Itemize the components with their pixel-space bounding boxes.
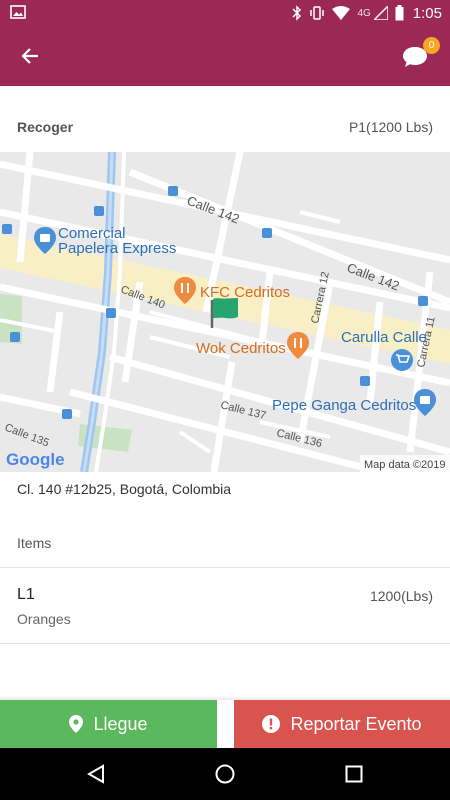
chat-button[interactable]: 0 — [400, 37, 440, 72]
poi-label-pepe-ganga: Pepe Ganga Cedritos — [272, 397, 416, 414]
square-recents-icon — [345, 765, 363, 783]
map-marker-icon — [69, 715, 84, 733]
items-header-label: Items — [17, 535, 52, 551]
exclamation-circle-icon — [262, 715, 281, 733]
items-header: Items — [0, 520, 450, 568]
poi-label-papelera: Papelera Express — [58, 240, 176, 257]
poi-label-kfc: KFC Cedritos — [200, 284, 290, 301]
reportar-label: Reportar Evento — [290, 713, 422, 734]
map-attribution[interactable]: Map data ©2019 — [364, 459, 446, 471]
back-button[interactable] — [14, 40, 46, 72]
reportar-evento-button[interactable]: Reportar Evento — [234, 700, 450, 748]
poi-label-carulla: Carulla Calle — [341, 329, 427, 346]
map-view[interactable]: Calle 142 Calle 142 Calle 140 Calle 137 … — [0, 152, 450, 472]
app-bar: 0 — [0, 26, 450, 86]
circle-home-icon — [215, 764, 235, 784]
image-notification-icon — [10, 5, 26, 19]
item-quantity: 1200(Lbs) — [369, 588, 433, 604]
pickup-label: Recoger — [17, 119, 74, 135]
list-item[interactable]: L1 Oranges 1200(Lbs) — [0, 568, 450, 644]
map-canvas: Calle 142 Calle 142 Calle 140 Calle 137 … — [0, 152, 450, 472]
signal-icon — [373, 6, 388, 20]
status-bar: 4G 1:05 — [0, 0, 450, 26]
item-description: Oranges — [17, 611, 71, 627]
vibrate-icon — [310, 6, 325, 20]
pickup-value: P1(1200 Lbs) — [348, 119, 433, 135]
shopping-cart-icon — [391, 349, 413, 371]
bluetooth-icon — [292, 5, 302, 21]
triangle-back-icon — [87, 764, 104, 784]
poi-label-wok: Wok Cedritos — [196, 340, 286, 357]
system-nav-bar — [0, 748, 450, 800]
arrow-left-icon — [21, 48, 38, 64]
nav-back-button[interactable] — [82, 760, 110, 788]
item-code: L1 — [17, 586, 35, 603]
status-time: 1:05 — [412, 4, 442, 22]
llegue-button[interactable]: Llegue — [0, 700, 217, 748]
google-logo: Google — [6, 450, 65, 469]
network-type: 4G — [357, 7, 371, 19]
nav-home-button[interactable] — [211, 760, 239, 788]
pickup-address: Cl. 140 #12b25, Bogotá, Colombia — [17, 481, 232, 497]
llegue-label: Llegue — [93, 713, 148, 734]
nav-recents-button[interactable] — [340, 760, 368, 788]
wifi-icon — [332, 6, 351, 20]
chat-badge: 0 — [423, 37, 440, 54]
pickup-row: Recoger P1(1200 Lbs) — [0, 106, 450, 148]
battery-icon — [395, 5, 404, 21]
